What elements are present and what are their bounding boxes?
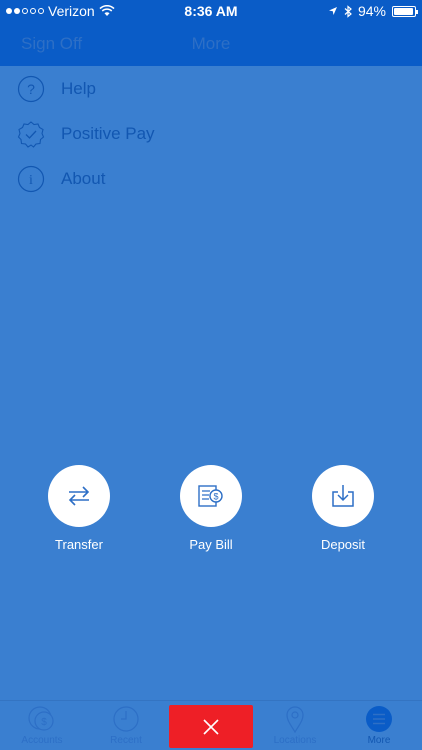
accounts-icon: $ bbox=[27, 704, 57, 734]
menu-item-positive-pay[interactable]: Positive Pay bbox=[0, 111, 422, 156]
tab-label: More bbox=[367, 735, 391, 746]
pay-bill-button[interactable]: $ Pay Bill bbox=[161, 465, 261, 552]
menu-item-label: Positive Pay bbox=[61, 123, 155, 143]
location-pin-icon bbox=[280, 704, 310, 734]
deposit-icon bbox=[312, 465, 374, 527]
status-bar: Verizon 8:36 AM 94% bbox=[0, 0, 422, 22]
svg-text:i: i bbox=[29, 173, 33, 188]
svg-text:?: ? bbox=[27, 81, 35, 97]
tab-recent[interactable]: Recent bbox=[84, 701, 168, 750]
pay-bill-icon: $ bbox=[180, 465, 242, 527]
close-button[interactable] bbox=[169, 705, 253, 748]
bluetooth-icon bbox=[344, 4, 352, 18]
more-menu: ? Help Positive Pay i About bbox=[0, 66, 422, 201]
help-icon: ? bbox=[17, 75, 45, 103]
battery-icon bbox=[392, 5, 418, 17]
menu-item-about[interactable]: i About bbox=[0, 156, 422, 201]
close-icon bbox=[203, 718, 219, 735]
nav-bar: Sign Off More bbox=[0, 22, 422, 66]
battery-percent: 94% bbox=[357, 3, 386, 19]
tab-bar: $ Accounts Recent Locations More bbox=[0, 700, 422, 750]
menu-item-label: Help bbox=[61, 78, 96, 98]
tab-label: Recent bbox=[110, 735, 142, 746]
transfer-icon bbox=[48, 465, 110, 527]
clock-icon bbox=[111, 704, 141, 734]
tab-label: Locations bbox=[273, 735, 317, 746]
status-right: 94% bbox=[328, 3, 418, 19]
tab-locations[interactable]: Locations bbox=[253, 701, 337, 750]
quick-actions: Transfer $ Pay Bill Deposit bbox=[0, 465, 422, 555]
action-label: Transfer bbox=[55, 537, 103, 552]
info-icon: i bbox=[17, 165, 45, 193]
page-title: More bbox=[191, 34, 231, 53]
menu-item-help[interactable]: ? Help bbox=[0, 66, 422, 111]
menu-item-label: About bbox=[61, 168, 106, 188]
deposit-button[interactable]: Deposit bbox=[293, 465, 393, 552]
action-label: Deposit bbox=[320, 537, 366, 552]
svg-text:$: $ bbox=[41, 717, 47, 728]
transfer-button[interactable]: Transfer bbox=[29, 465, 129, 552]
action-label: Pay Bill bbox=[189, 537, 233, 552]
svg-text:$: $ bbox=[213, 492, 218, 502]
badge-check-icon bbox=[17, 120, 45, 148]
tab-label: Accounts bbox=[21, 735, 63, 746]
location-arrow-icon bbox=[328, 7, 337, 15]
tab-more[interactable]: More bbox=[337, 701, 421, 750]
menu-icon bbox=[364, 704, 394, 734]
tab-accounts[interactable]: $ Accounts bbox=[0, 701, 84, 750]
